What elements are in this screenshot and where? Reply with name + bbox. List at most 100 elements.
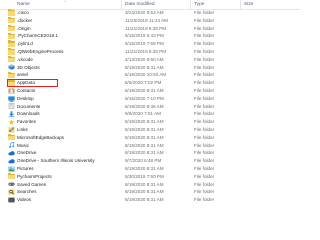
file-date-modified: 11/21/2019 8:28 PM <box>125 25 167 31</box>
file-type: File folder <box>194 103 215 109</box>
file-date-modified: 6/15/2019 7:59 PM <box>125 41 164 47</box>
saved-games-icon <box>8 182 15 187</box>
file-type: File folder <box>194 173 215 179</box>
file-name: Contacts <box>17 87 36 93</box>
file-type: File folder <box>194 134 215 140</box>
column-divider[interactable] <box>121 0 122 9</box>
folder-icon <box>8 134 15 141</box>
file-row-3d-objects[interactable]: 3D Objects 8/19/2020 8:31 AM File folder <box>0 64 300 72</box>
column-header-size[interactable]: Size <box>244 0 253 9</box>
file-type: File folder <box>194 10 215 15</box>
folder-icon <box>8 9 15 16</box>
file-row-searches[interactable]: Searches 8/19/2020 8:31 AM File folder <box>0 188 300 196</box>
folder-icon <box>8 32 15 39</box>
file-date-modified: 8/19/2020 8:31 AM <box>125 134 164 140</box>
file-type: File folder <box>194 158 215 164</box>
file-name: Favorites <box>17 119 36 125</box>
file-date-modified: 8/19/2020 8:31 AM <box>125 119 164 125</box>
file-row-appdata[interactable]: AppData 5/5/2020 7:02 PM File folder <box>0 78 300 87</box>
file-row-qtwebengineprocess[interactable]: .QtWebEngineProcess 11/21/2019 8:28 PM Fil… <box>0 48 300 56</box>
file-row-pylint-d[interactable]: .pylint.d 6/15/2019 7:59 PM File folder <box>0 40 300 48</box>
file-name: 3D Objects <box>17 64 40 70</box>
file-type: File folder <box>194 87 215 93</box>
file-type: File folder <box>194 150 215 156</box>
file-type: File folder <box>194 56 215 62</box>
file-row-pycharmprojects[interactable]: PycharmProjects 5/30/2019 7:50 PM File fol… <box>0 173 300 181</box>
file-type: File folder <box>194 80 215 86</box>
highlight-box <box>7 78 58 87</box>
file-date-modified: 5/5/2020 7:02 PM <box>125 80 162 86</box>
music-icon <box>8 142 15 149</box>
file-row-onedrive-southern-illinois-university[interactable]: OneDrive - Southern Illinois University 9… <box>0 157 300 165</box>
file-row-saved-games[interactable]: Saved Games 8/19/2020 8:31 AM File folder <box>0 181 300 189</box>
file-name: Videos <box>17 197 31 203</box>
file-row-videos[interactable]: Videos 8/19/2020 8:31 AM File folder <box>0 196 300 204</box>
file-row-contacts[interactable]: Contacts 8/19/2020 8:31 AM File folder <box>0 87 300 95</box>
file-row-downloads[interactable]: Downloads 9/8/2020 7:51 AM File folder <box>0 110 300 118</box>
file-date-modified: 9/15/2020 7:10 PM <box>125 95 164 101</box>
cloud-icon <box>8 151 15 156</box>
file-name: Saved Games <box>17 181 47 187</box>
file-date-modified: 8/19/2020 8:31 AM <box>125 181 164 187</box>
link-icon <box>8 127 15 133</box>
file-type: File folder <box>194 64 215 70</box>
file-name: .cisco <box>17 10 29 15</box>
column-header-date-modified[interactable]: Date modified <box>125 0 155 9</box>
file-date-modified: 6/15/2019 5:43 PM <box>125 33 164 39</box>
file-name: Music <box>17 142 29 148</box>
file-name: Desktop <box>17 95 34 101</box>
file-name: OneDrive <box>17 150 37 156</box>
column-header-type[interactable]: Type <box>194 0 204 9</box>
file-date-modified: 9/8/2020 7:51 AM <box>125 111 162 117</box>
folder-icon <box>8 173 15 180</box>
file-row-pycharmce2019-1[interactable]: .PyCharmCE2019.1 6/15/2019 5:43 PM File fo… <box>0 32 300 40</box>
desktop-icon <box>8 96 15 102</box>
column-divider[interactable] <box>190 0 191 9</box>
file-list: .cisco 3/24/2020 9:52 AM File folder .docke… <box>0 9 300 204</box>
file-type: File folder <box>194 189 215 195</box>
file-name: Pictures <box>17 165 34 171</box>
file-row-cisco[interactable]: .cisco 3/24/2020 9:52 AM File folder <box>0 9 300 17</box>
file-date-modified: 8/19/2020 8:31 AM <box>125 165 164 171</box>
file-date-modified: 8/19/2020 8:31 AM <box>125 64 164 70</box>
column-divider[interactable] <box>240 0 241 9</box>
file-date-modified: 4/13/2020 8:50 AM <box>125 56 164 62</box>
folder-icon <box>8 24 15 32</box>
file-type: File folder <box>194 48 215 54</box>
file-row-microsoftedgebackups[interactable]: MicrosoftEdgeBackups 8/19/2020 8:31 AM Fil… <box>0 134 300 142</box>
file-row-documents[interactable]: Documents 8/19/2020 8:36 AM File folder <box>0 103 300 111</box>
file-date-modified: 8/19/2020 8:31 AM <box>125 87 164 93</box>
file-row-vscode[interactable]: .vscode 4/13/2020 8:50 AM File folder <box>0 56 300 64</box>
file-name: Downloads <box>17 111 40 117</box>
file-date-modified: 5/30/2019 7:50 PM <box>125 173 164 179</box>
file-type: File folder <box>194 25 215 31</box>
file-type: File folder <box>194 33 215 39</box>
file-date-modified: 8/19/2020 8:31 AM <box>125 150 164 156</box>
file-name: .Origin <box>17 25 31 31</box>
file-row-music[interactable]: Music 8/19/2020 8:31 AM File folder <box>0 142 300 150</box>
file-name: .vscode <box>17 56 33 62</box>
file-row-links[interactable]: Links 8/19/2020 8:31 AM File folder <box>0 126 300 134</box>
file-row-origin[interactable]: .Origin 11/21/2019 8:28 PM File folder <box>0 24 300 33</box>
folder-icon <box>8 40 15 47</box>
column-header-name[interactable]: Name <box>17 0 30 9</box>
file-row-favorites[interactable]: Favorites 8/19/2020 8:31 AM File folder <box>0 118 300 126</box>
videos-icon <box>8 197 15 203</box>
file-date-modified: 11/21/2019 8:28 PM <box>125 48 167 54</box>
file-name: .QtWebEngineProcess <box>17 48 64 54</box>
file-name: MicrosoftEdgeBackups <box>17 134 64 140</box>
downloads-icon <box>8 111 15 118</box>
file-name: .docker <box>17 17 33 23</box>
file-date-modified: 3/24/2020 9:52 AM <box>125 10 164 15</box>
file-type: File folder <box>194 126 215 132</box>
file-name: .PyCharmCE2019.1 <box>17 33 58 39</box>
file-row-docker[interactable]: .docker 11/20/2019 11:24 AM File folder <box>0 17 300 25</box>
file-row-pictures[interactable]: Pictures 8/19/2020 8:31 AM File folder <box>0 165 300 173</box>
file-date-modified: 8/19/2020 8:31 AM <box>125 126 164 132</box>
file-type: File folder <box>194 142 215 148</box>
file-row-desktop[interactable]: Desktop 9/15/2020 7:10 PM File folder <box>0 95 300 103</box>
file-date-modified: 9/7/2020 6:48 PM <box>125 158 162 164</box>
file-row-onedrive[interactable]: OneDrive 8/19/2020 8:31 AM File folder <box>0 149 300 157</box>
file-type: File folder <box>194 181 215 187</box>
file-date-modified: 11/20/2019 11:24 AM <box>125 17 168 23</box>
